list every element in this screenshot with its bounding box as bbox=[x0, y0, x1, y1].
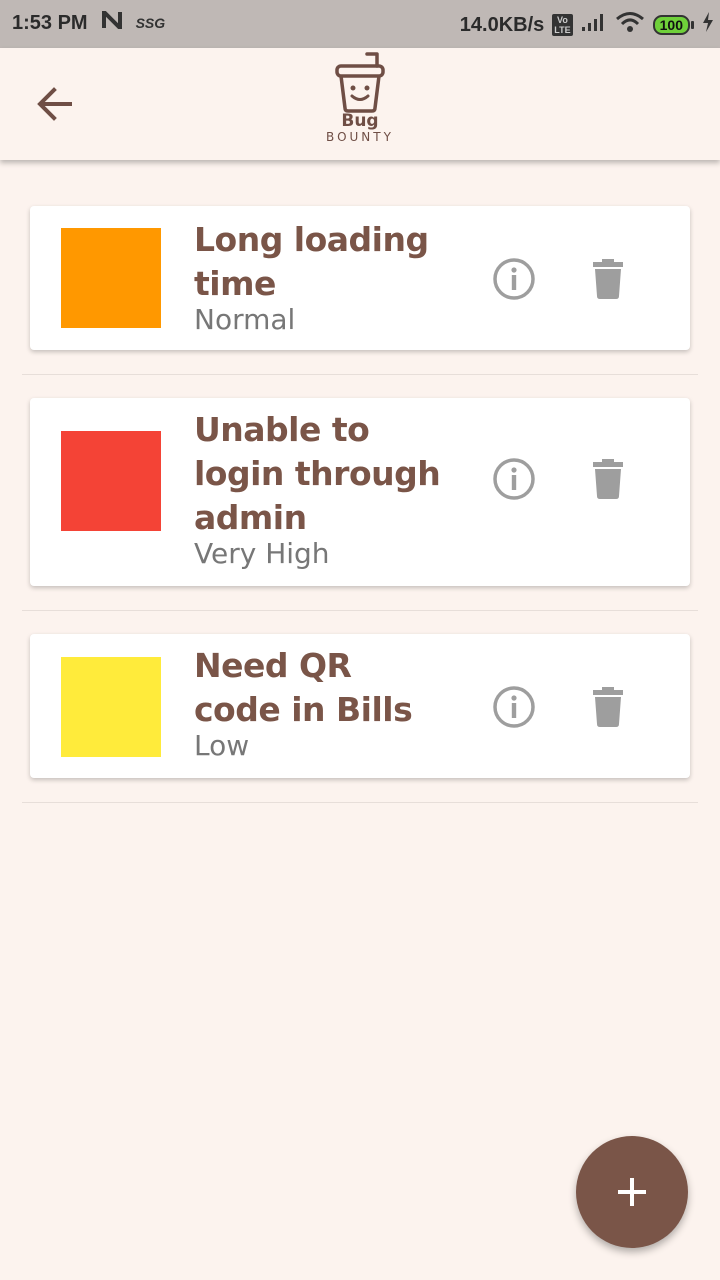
bug-card[interactable]: Long loading time Normal bbox=[30, 206, 690, 350]
carrier-tag: SSG bbox=[135, 15, 166, 31]
list-divider bbox=[22, 802, 698, 803]
bug-card[interactable]: Need QR code in Bills Low bbox=[30, 634, 690, 778]
bug-title: Unable to login through admin bbox=[194, 410, 441, 537]
bug-card[interactable]: Unable to login through admin Very High bbox=[30, 398, 690, 586]
info-button[interactable] bbox=[492, 685, 536, 729]
signal-icon bbox=[581, 12, 607, 38]
charging-icon bbox=[702, 12, 714, 38]
list-divider bbox=[22, 610, 698, 611]
bug-priority: Low bbox=[194, 729, 250, 762]
priority-color-swatch bbox=[61, 657, 161, 757]
bug-priority: Very High bbox=[194, 537, 330, 570]
delete-button[interactable] bbox=[592, 686, 624, 728]
logo-title: Bug bbox=[341, 111, 379, 131]
app-logo: Bug BOUNTY bbox=[310, 52, 410, 156]
delete-icon bbox=[593, 459, 623, 499]
wifi-icon bbox=[615, 11, 645, 39]
priority-color-swatch bbox=[61, 228, 161, 328]
delete-button[interactable] bbox=[592, 258, 624, 300]
add-bug-button[interactable] bbox=[576, 1136, 688, 1248]
info-button[interactable] bbox=[492, 457, 536, 501]
logo-subtitle: BOUNTY bbox=[326, 130, 394, 144]
info-icon bbox=[493, 458, 535, 500]
battery-icon: 100 bbox=[652, 15, 694, 35]
arrow-left-icon bbox=[37, 87, 72, 121]
info-button[interactable] bbox=[492, 257, 536, 301]
bug-title: Long loading time bbox=[194, 220, 429, 303]
info-icon bbox=[493, 686, 535, 728]
delete-button[interactable] bbox=[592, 458, 624, 500]
app-bar: Bug BOUNTY bbox=[0, 48, 720, 160]
net-speed: 14.0KB/s bbox=[459, 13, 545, 36]
status-time: 1:53 PM bbox=[12, 11, 88, 34]
plus-icon bbox=[618, 1178, 646, 1206]
notification-n-icon bbox=[101, 7, 122, 35]
cup-logo-icon bbox=[335, 52, 385, 113]
priority-color-swatch bbox=[61, 431, 161, 531]
status-bar: 1:53 PM SSG 14.0KB/s Vo LTE 100 bbox=[0, 0, 720, 48]
bug-title: Need QR code in Bills bbox=[194, 646, 413, 729]
info-icon bbox=[493, 258, 535, 300]
back-button[interactable] bbox=[32, 84, 80, 124]
volte-icon: Vo LTE bbox=[552, 14, 573, 36]
delete-icon bbox=[593, 259, 623, 299]
bug-priority: Normal bbox=[194, 303, 296, 336]
delete-icon bbox=[593, 687, 623, 727]
list-divider bbox=[22, 374, 698, 375]
